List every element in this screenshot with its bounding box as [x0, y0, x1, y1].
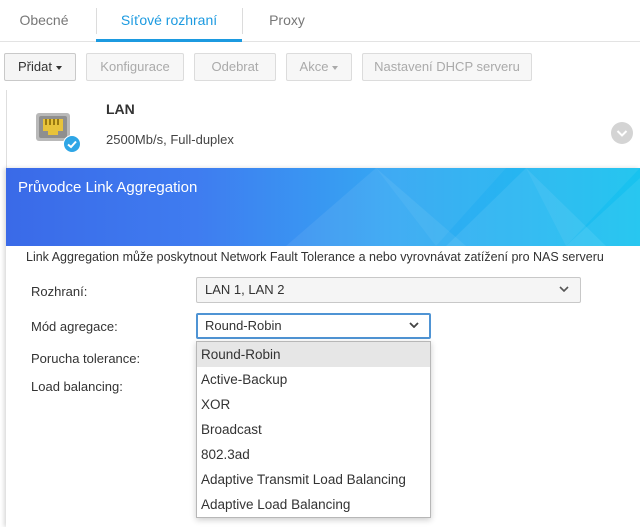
wizard-header: Průvodce Link Aggregation	[6, 168, 640, 246]
dropdown-option[interactable]: Adaptive Load Balancing	[197, 492, 430, 517]
dhcp-settings-button[interactable]: Nastavení DHCP serveru	[362, 53, 532, 81]
chevron-down-icon	[616, 130, 628, 137]
toolbar: Přidat Konfigurace Odebrat Akce Nastaven…	[0, 42, 640, 90]
fault-tolerance-label: Porucha tolerance:	[31, 351, 141, 366]
aggregation-mode-select[interactable]: Round-Robin	[196, 313, 431, 339]
dropdown-option[interactable]: Active-Backup	[197, 367, 430, 392]
chevron-down-icon	[332, 65, 339, 70]
aggregation-mode-value: Round-Robin	[205, 318, 282, 333]
configure-button[interactable]: Konfigurace	[86, 53, 184, 81]
remove-button[interactable]: Odebrat	[194, 53, 276, 81]
tab-network-interfaces[interactable]: Síťové rozhraní	[96, 0, 242, 42]
interfaces-label: Rozhraní:	[31, 284, 88, 299]
interface-status: 2500Mb/s, Full-duplex	[106, 132, 234, 147]
interfaces-value: LAN 1, LAN 2	[205, 282, 285, 297]
add-button-label: Přidat	[18, 59, 52, 74]
panel-divider	[6, 90, 7, 168]
dropdown-option[interactable]: 802.3ad	[197, 442, 430, 467]
wizard-description: Link Aggregation může poskytnout Network…	[26, 250, 604, 264]
dropdown-option[interactable]: XOR	[197, 392, 430, 417]
action-button[interactable]: Akce	[286, 53, 352, 81]
load-balancing-label: Load balancing:	[31, 379, 123, 394]
tab-bar: Obecné Síťové rozhraní Proxy	[0, 0, 640, 42]
aggregation-mode-dropdown: Round-Robin Active-Backup XOR Broadcast …	[196, 341, 431, 518]
connected-check-icon	[63, 135, 81, 153]
chevron-down-icon	[559, 286, 569, 292]
expand-chevron-icon[interactable]	[611, 122, 633, 144]
chevron-down-icon	[409, 322, 419, 328]
chevron-down-icon	[55, 65, 62, 70]
interface-name: LAN	[106, 101, 135, 117]
wizard-title: Průvodce Link Aggregation	[18, 179, 198, 196]
dropdown-option[interactable]: Adaptive Transmit Load Balancing	[197, 467, 430, 492]
dropdown-option[interactable]: Broadcast	[197, 417, 430, 442]
add-button[interactable]: Přidat	[4, 53, 76, 81]
aggregation-mode-label: Mód agregace:	[31, 319, 118, 334]
lan-interface-panel[interactable]: LAN 2500Mb/s, Full-duplex	[0, 90, 640, 168]
tab-proxy[interactable]: Proxy	[242, 0, 332, 42]
action-button-label: Akce	[299, 59, 329, 74]
tab-general[interactable]: Obecné	[0, 0, 88, 42]
interfaces-select[interactable]: LAN 1, LAN 2	[196, 277, 581, 303]
dropdown-option[interactable]: Round-Robin	[197, 342, 430, 367]
